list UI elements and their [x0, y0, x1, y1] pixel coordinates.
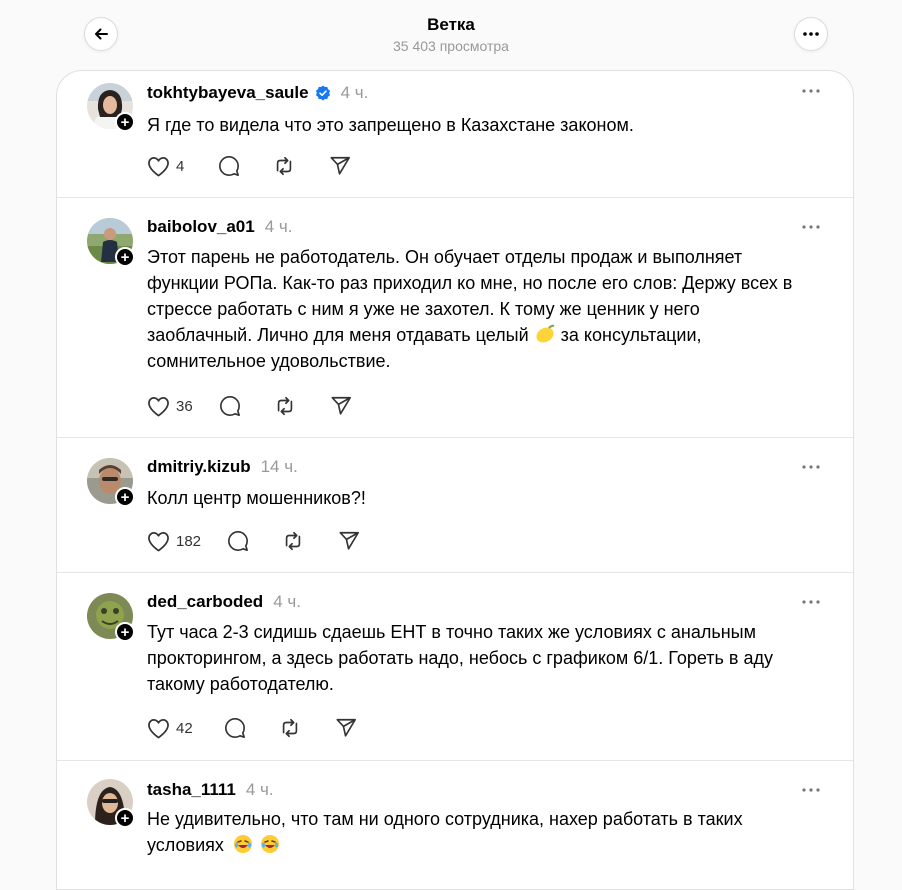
- share-icon: [336, 718, 356, 737]
- verified-icon: [315, 85, 330, 101]
- post-text: Тут часа 2-3 сидишь сдаешь ЕНТ в точно т…: [147, 622, 773, 694]
- comment-icon: [228, 531, 249, 551]
- laughing-emoji: [233, 835, 252, 853]
- post-time: 4 ч.: [273, 592, 301, 611]
- post-text: Этот парень не работодатель. Он обучает …: [147, 247, 793, 371]
- laughing-emoji: [260, 835, 279, 853]
- like-count: 4: [176, 157, 185, 175]
- post-more-icon[interactable]: [799, 592, 823, 612]
- like-count: 36: [176, 397, 193, 415]
- avatar[interactable]: +: [87, 779, 135, 828]
- lemon-emoji: [536, 324, 555, 343]
- comment-icon: [219, 156, 240, 176]
- post-time: 14 ч.: [260, 457, 298, 476]
- share-button[interactable]: [330, 395, 352, 417]
- follow-plus-icon[interactable]: +: [115, 247, 135, 267]
- post-more-icon[interactable]: [799, 457, 823, 477]
- post-text: Не удивительно, что там ни одного сотруд…: [147, 809, 743, 855]
- post-time: 4 ч.: [245, 780, 274, 799]
- repost-icon: [285, 531, 301, 551]
- avatar[interactable]: +: [87, 458, 135, 507]
- more-options-button[interactable]: [794, 17, 828, 51]
- like-count: 182: [176, 532, 202, 550]
- repost-icon: [277, 396, 292, 416]
- post-username[interactable]: tasha_1111: [147, 780, 236, 800]
- like-count: 42: [176, 719, 193, 737]
- like-button[interactable]: 182: [147, 531, 201, 552]
- post-username[interactable]: dmitriy.kizub: [147, 457, 251, 477]
- reply-post: + tokhtybayeva_saule 4 ч. Я где то видел…: [57, 71, 853, 198]
- post-more-icon[interactable]: [799, 81, 823, 101]
- follow-plus-icon[interactable]: +: [115, 487, 135, 507]
- more-icon: [803, 32, 819, 36]
- share-button[interactable]: [335, 717, 357, 739]
- avatar[interactable]: +: [87, 218, 135, 267]
- share-icon: [339, 531, 360, 550]
- heart-icon: [148, 718, 169, 738]
- post-text: Я где то видела что это запрещено в Каза…: [147, 115, 634, 135]
- repost-icon: [277, 156, 292, 176]
- repost-button[interactable]: [274, 395, 296, 417]
- follow-plus-icon[interactable]: +: [115, 112, 135, 132]
- repost-button[interactable]: [279, 717, 301, 739]
- view-count: 35 403 просмотра: [393, 38, 509, 54]
- post-time: 4 ч.: [264, 217, 293, 236]
- thread-feed: + tokhtybayeva_saule 4 ч. Я где то видел…: [56, 70, 854, 890]
- reply-post: + baibolov_a01 4 ч. Этот парень не работ…: [57, 198, 853, 438]
- follow-plus-icon[interactable]: +: [115, 808, 135, 828]
- comment-button[interactable]: [227, 530, 249, 552]
- comment-button[interactable]: [224, 717, 246, 739]
- reply-post: + dmitriy.kizub 14 ч. Колл центр мошенни…: [57, 438, 853, 573]
- top-bar: Ветка 35 403 просмотра: [0, 0, 902, 70]
- avatar[interactable]: +: [87, 593, 135, 642]
- page-title: Ветка: [427, 15, 475, 34]
- heart-icon: [148, 396, 169, 416]
- post-text: Колл центр мошенников?!: [147, 488, 366, 508]
- post-username[interactable]: tokhtybayeva_saule: [147, 83, 309, 103]
- heart-icon: [148, 156, 169, 176]
- share-button[interactable]: [338, 530, 360, 552]
- post-time: 4 ч.: [340, 83, 369, 102]
- follow-plus-icon[interactable]: +: [115, 622, 135, 642]
- comment-button[interactable]: [219, 395, 241, 417]
- repost-icon: [282, 718, 297, 738]
- post-username[interactable]: ded_carboded: [147, 592, 263, 612]
- like-button[interactable]: 36: [147, 396, 193, 417]
- comment-button[interactable]: [218, 155, 240, 177]
- share-icon: [330, 156, 351, 175]
- comment-icon: [219, 396, 240, 416]
- comment-icon: [224, 718, 245, 738]
- post-more-icon[interactable]: [799, 217, 823, 237]
- reply-post: + ded_carboded 4 ч. Тут часа 2-3 сидишь …: [57, 573, 853, 761]
- post-username[interactable]: baibolov_a01: [147, 217, 255, 237]
- avatar[interactable]: +: [87, 83, 135, 132]
- post-more-icon[interactable]: [799, 780, 823, 800]
- heart-icon: [148, 531, 169, 551]
- like-button[interactable]: 42: [147, 718, 193, 739]
- share-button[interactable]: [329, 155, 351, 177]
- repost-button[interactable]: [273, 155, 295, 177]
- share-icon: [331, 396, 351, 415]
- reply-post: + tasha_1111 4 ч. Не удивительно, что та…: [57, 761, 853, 889]
- repost-button[interactable]: [282, 530, 304, 552]
- like-button[interactable]: 4: [147, 156, 184, 177]
